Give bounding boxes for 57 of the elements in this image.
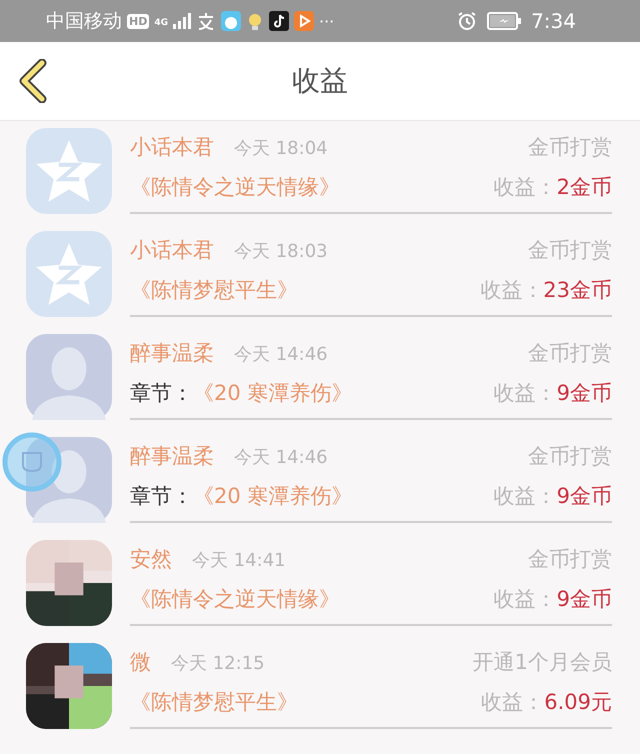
earning-type: 开通1个月会员 xyxy=(472,648,612,676)
earnings-label: 收益： xyxy=(494,174,557,200)
alarm-icon xyxy=(457,11,478,31)
app-icon xyxy=(196,11,216,31)
earnings-label: 收益： xyxy=(481,688,544,716)
user-name: 安然 xyxy=(130,546,172,572)
earnings-label: 收益： xyxy=(480,276,544,304)
book-title: 《20 寒潭养伤》 xyxy=(193,482,352,510)
book-title: 《陈情梦慰平生》 xyxy=(130,276,298,304)
star-avatar-icon xyxy=(26,128,112,214)
user-name: 醉事温柔 xyxy=(130,340,214,366)
book-title: 《陈情令之逆天情缘》 xyxy=(130,586,340,612)
earnings-amount: 9金币 xyxy=(556,482,612,510)
earnings-amount: 23金币 xyxy=(543,276,612,304)
star-avatar-icon xyxy=(26,231,112,317)
app-icon xyxy=(269,11,289,31)
user-name: 微 xyxy=(130,648,151,676)
earnings-label: 收益： xyxy=(494,586,557,612)
bulb-icon xyxy=(246,11,264,31)
default-avatar-icon xyxy=(26,334,112,420)
book-title: 《陈情令之逆天情缘》 xyxy=(130,174,340,200)
earnings-label: 收益： xyxy=(494,482,557,510)
earnings-label: 收益： xyxy=(494,380,557,406)
timestamp: 今天 14:41 xyxy=(192,548,286,572)
user-name: 小话本君 xyxy=(130,134,214,160)
app-icon xyxy=(221,11,241,31)
signal-icon xyxy=(173,13,191,29)
timestamp: 今天 14:46 xyxy=(234,342,328,366)
timestamp: 今天 18:04 xyxy=(234,136,328,160)
user-name: 小话本君 xyxy=(130,236,214,264)
battery-icon xyxy=(487,12,522,30)
earnings-amount: 6.09元 xyxy=(544,688,612,716)
network-type: 4G xyxy=(154,18,168,28)
carrier-name: 中国移动 xyxy=(46,9,122,34)
user-name: 醉事温柔 xyxy=(130,442,214,470)
timestamp: 今天 12:15 xyxy=(171,652,265,674)
timestamp: 今天 14:46 xyxy=(234,446,328,468)
earnings-amount: 9金币 xyxy=(556,380,612,406)
book-title: 《陈情梦慰平生》 xyxy=(130,688,298,716)
earning-type: 金币打赏 xyxy=(528,236,612,264)
page-title: 收益 xyxy=(292,63,348,99)
more-notifications: ··· xyxy=(319,12,334,30)
default-avatar-icon xyxy=(26,437,112,523)
back-icon[interactable] xyxy=(18,59,48,103)
earnings-amount: 2金币 xyxy=(556,174,612,200)
clock-time: 7:34 xyxy=(531,9,576,33)
book-title: 《20 寒潭养伤》 xyxy=(193,380,352,406)
play-app-icon xyxy=(294,11,314,31)
earning-type: 金币打赏 xyxy=(528,442,612,470)
hd-badge: HD xyxy=(127,14,150,28)
timestamp: 今天 18:03 xyxy=(234,240,328,262)
earnings-amount: 9金币 xyxy=(556,586,612,612)
earning-type: 金币打赏 xyxy=(528,546,612,572)
earning-type: 金币打赏 xyxy=(528,134,612,160)
chapter-label: 章节： xyxy=(130,482,193,510)
chapter-label: 章节： xyxy=(130,380,193,406)
earning-type: 金币打赏 xyxy=(528,340,612,366)
